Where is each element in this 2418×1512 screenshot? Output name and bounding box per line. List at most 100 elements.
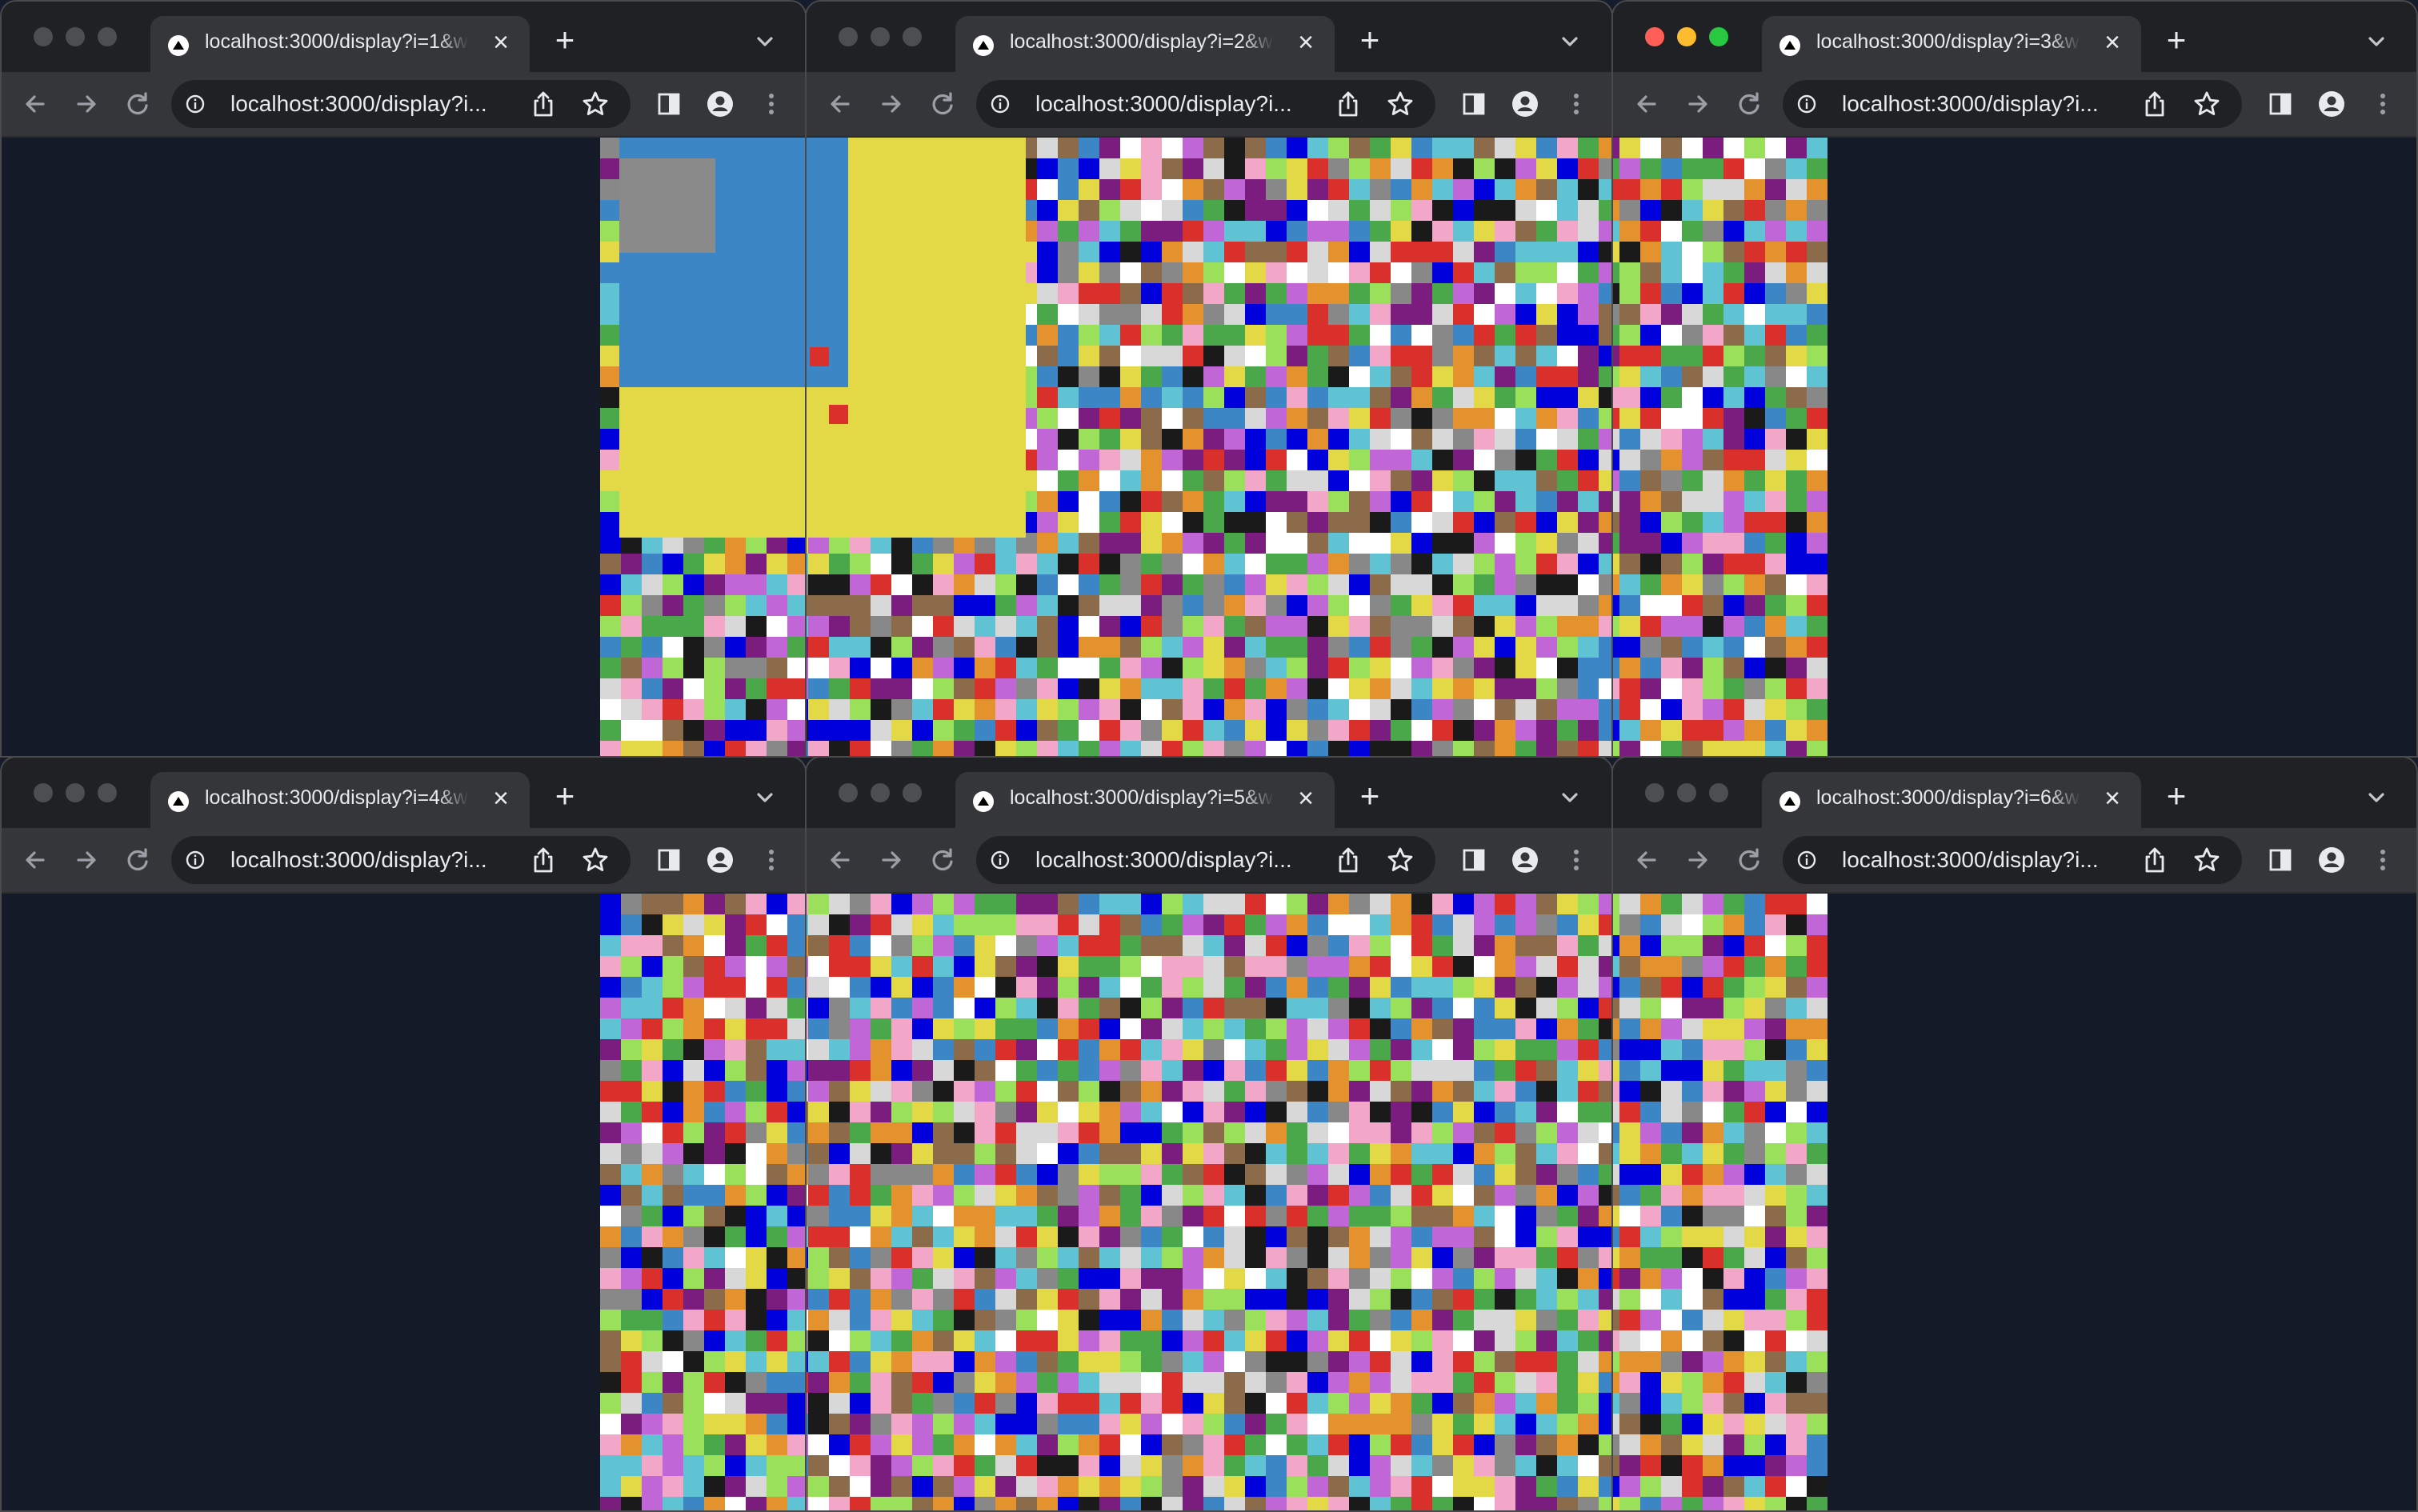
new-tab-plus-icon[interactable]: + bbox=[2160, 23, 2192, 57]
minimize-window-button[interactable] bbox=[1677, 783, 1696, 802]
info-icon[interactable] bbox=[186, 850, 205, 870]
profile-icon[interactable] bbox=[2317, 90, 2346, 118]
kebab-menu-icon[interactable] bbox=[1562, 90, 1591, 118]
reload-icon[interactable] bbox=[927, 844, 959, 876]
chevron-down-icon[interactable] bbox=[2365, 30, 2388, 53]
minimize-window-button[interactable] bbox=[871, 783, 890, 802]
share-icon[interactable] bbox=[2141, 846, 2168, 874]
browser-tab[interactable]: localhost:3000/display?i=3&w= × bbox=[1762, 16, 2141, 72]
close-tab-icon[interactable]: × bbox=[486, 28, 515, 57]
address-bar[interactable]: localhost:3000/display?i... bbox=[171, 80, 631, 128]
address-bar[interactable]: localhost:3000/display?i... bbox=[1783, 836, 2242, 884]
chevron-down-icon[interactable] bbox=[754, 786, 776, 809]
info-icon[interactable] bbox=[1797, 850, 1816, 870]
zoom-window-button[interactable] bbox=[98, 27, 117, 46]
reload-icon[interactable] bbox=[122, 88, 154, 120]
back-arrow-icon[interactable] bbox=[19, 844, 51, 876]
close-window-button[interactable] bbox=[34, 783, 53, 802]
reload-icon[interactable] bbox=[1733, 88, 1765, 120]
forward-arrow-icon[interactable] bbox=[1682, 88, 1714, 120]
share-icon[interactable] bbox=[530, 846, 557, 874]
browser-tab[interactable]: localhost:3000/display?i=6&w= × bbox=[1762, 772, 2141, 828]
back-arrow-icon[interactable] bbox=[19, 88, 51, 120]
forward-arrow-icon[interactable] bbox=[1682, 844, 1714, 876]
close-tab-icon[interactable]: × bbox=[1291, 784, 1320, 813]
profile-icon[interactable] bbox=[706, 90, 735, 118]
share-icon[interactable] bbox=[1335, 90, 1362, 118]
profile-icon[interactable] bbox=[2317, 846, 2346, 874]
side-panel-icon[interactable] bbox=[2266, 90, 2295, 118]
info-icon[interactable] bbox=[991, 94, 1010, 114]
close-tab-icon[interactable]: × bbox=[2098, 28, 2127, 57]
info-icon[interactable] bbox=[1797, 94, 1816, 114]
new-tab-plus-icon[interactable]: + bbox=[549, 23, 581, 57]
new-tab-plus-icon[interactable]: + bbox=[549, 779, 581, 813]
zoom-window-button[interactable] bbox=[1709, 27, 1728, 46]
chevron-down-icon[interactable] bbox=[754, 30, 776, 53]
address-bar[interactable]: localhost:3000/display?i... bbox=[171, 836, 631, 884]
new-tab-plus-icon[interactable]: + bbox=[1354, 779, 1386, 813]
zoom-window-button[interactable] bbox=[98, 783, 117, 802]
minimize-window-button[interactable] bbox=[871, 27, 890, 46]
reload-icon[interactable] bbox=[1733, 844, 1765, 876]
zoom-window-button[interactable] bbox=[1709, 783, 1728, 802]
back-arrow-icon[interactable] bbox=[824, 844, 856, 876]
share-icon[interactable] bbox=[2141, 90, 2168, 118]
back-arrow-icon[interactable] bbox=[824, 88, 856, 120]
minimize-window-button[interactable] bbox=[66, 783, 85, 802]
side-panel-icon[interactable] bbox=[655, 90, 683, 118]
close-window-button[interactable] bbox=[839, 783, 858, 802]
forward-arrow-icon[interactable] bbox=[875, 88, 907, 120]
address-bar[interactable]: localhost:3000/display?i... bbox=[1783, 80, 2242, 128]
close-window-button[interactable] bbox=[1645, 27, 1664, 46]
forward-arrow-icon[interactable] bbox=[70, 88, 102, 120]
share-icon[interactable] bbox=[1335, 846, 1362, 874]
forward-arrow-icon[interactable] bbox=[875, 844, 907, 876]
star-icon[interactable] bbox=[1386, 846, 1415, 874]
kebab-menu-icon[interactable] bbox=[2368, 846, 2397, 874]
chevron-down-icon[interactable] bbox=[1559, 30, 1581, 53]
star-icon[interactable] bbox=[581, 90, 610, 118]
address-bar[interactable]: localhost:3000/display?i... bbox=[976, 836, 1435, 884]
minimize-window-button[interactable] bbox=[66, 27, 85, 46]
kebab-menu-icon[interactable] bbox=[757, 846, 786, 874]
star-icon[interactable] bbox=[2192, 846, 2221, 874]
zoom-window-button[interactable] bbox=[903, 783, 922, 802]
star-icon[interactable] bbox=[581, 846, 610, 874]
browser-tab[interactable]: localhost:3000/display?i=4&w= × bbox=[150, 772, 530, 828]
side-panel-icon[interactable] bbox=[2266, 846, 2295, 874]
close-tab-icon[interactable]: × bbox=[486, 784, 515, 813]
info-icon[interactable] bbox=[991, 850, 1010, 870]
side-panel-icon[interactable] bbox=[655, 846, 683, 874]
side-panel-icon[interactable] bbox=[1459, 90, 1488, 118]
browser-tab[interactable]: localhost:3000/display?i=1&w= × bbox=[150, 16, 530, 72]
zoom-window-button[interactable] bbox=[903, 27, 922, 46]
browser-tab[interactable]: localhost:3000/display?i=2&w= × bbox=[955, 16, 1335, 72]
info-icon[interactable] bbox=[186, 94, 205, 114]
star-icon[interactable] bbox=[1386, 90, 1415, 118]
new-tab-plus-icon[interactable]: + bbox=[2160, 779, 2192, 813]
forward-arrow-icon[interactable] bbox=[70, 844, 102, 876]
share-icon[interactable] bbox=[530, 90, 557, 118]
chevron-down-icon[interactable] bbox=[1559, 786, 1581, 809]
reload-icon[interactable] bbox=[122, 844, 154, 876]
address-bar[interactable]: localhost:3000/display?i... bbox=[976, 80, 1435, 128]
browser-tab[interactable]: localhost:3000/display?i=5&w= × bbox=[955, 772, 1335, 828]
profile-icon[interactable] bbox=[706, 846, 735, 874]
profile-icon[interactable] bbox=[1511, 846, 1539, 874]
chevron-down-icon[interactable] bbox=[2365, 786, 2388, 809]
close-window-button[interactable] bbox=[839, 27, 858, 46]
reload-icon[interactable] bbox=[927, 88, 959, 120]
star-icon[interactable] bbox=[2192, 90, 2221, 118]
close-tab-icon[interactable]: × bbox=[1291, 28, 1320, 57]
close-tab-icon[interactable]: × bbox=[2098, 784, 2127, 813]
close-window-button[interactable] bbox=[34, 27, 53, 46]
kebab-menu-icon[interactable] bbox=[757, 90, 786, 118]
kebab-menu-icon[interactable] bbox=[1562, 846, 1591, 874]
side-panel-icon[interactable] bbox=[1459, 846, 1488, 874]
minimize-window-button[interactable] bbox=[1677, 27, 1696, 46]
profile-icon[interactable] bbox=[1511, 90, 1539, 118]
kebab-menu-icon[interactable] bbox=[2368, 90, 2397, 118]
back-arrow-icon[interactable] bbox=[1631, 844, 1663, 876]
close-window-button[interactable] bbox=[1645, 783, 1664, 802]
